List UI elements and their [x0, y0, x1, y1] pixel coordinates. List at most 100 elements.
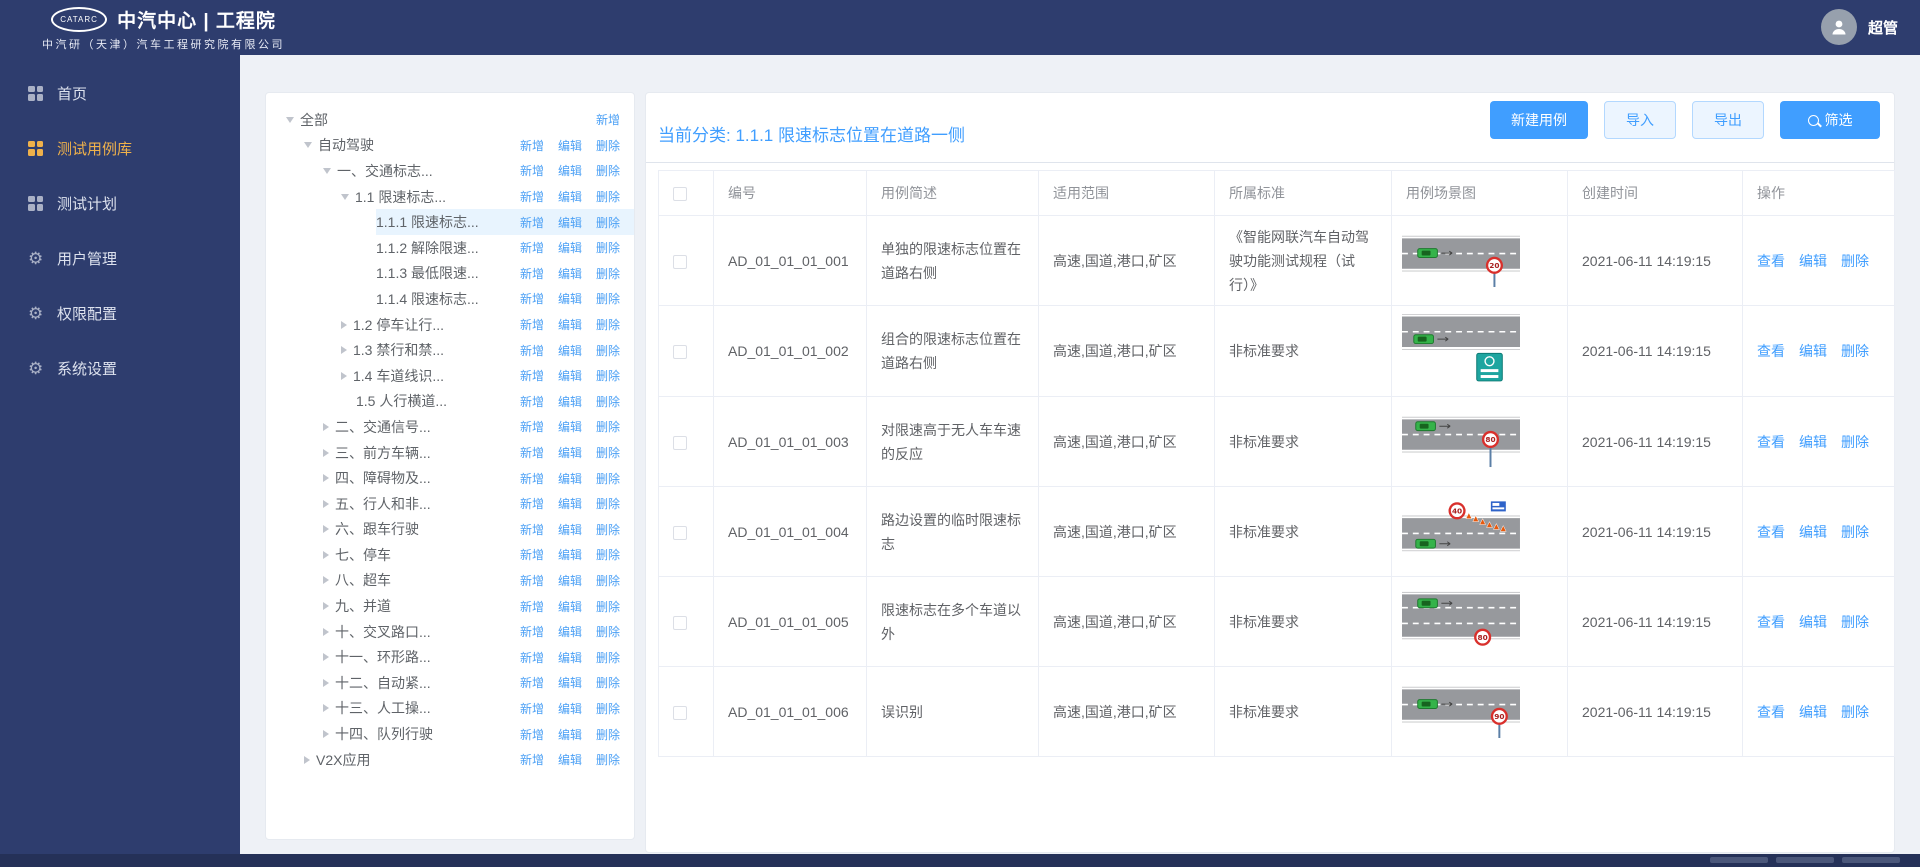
tree-expand-icon[interactable] — [323, 448, 329, 457]
tree-action-add[interactable]: 新增 — [520, 470, 544, 487]
tree-action-delete[interactable]: 删除 — [596, 751, 620, 768]
tree-action-delete[interactable]: 删除 — [596, 214, 620, 231]
tree-action-edit[interactable]: 编辑 — [558, 137, 582, 154]
tree-node-label[interactable]: 全部 — [300, 110, 328, 130]
tree-expand-icon[interactable] — [323, 730, 329, 739]
tree-node-23[interactable]: 十三、人工操... 新增 编辑 删除 — [266, 696, 634, 722]
sidebar-item-2[interactable]: 测试计划 — [0, 183, 240, 223]
tree-action-edit[interactable]: 编辑 — [558, 495, 582, 512]
sidebar-item-1[interactable]: 测试用例库 — [0, 128, 240, 168]
tree-node-19[interactable]: 九、并道 新增 编辑 删除 — [266, 593, 634, 619]
row-action-view[interactable]: 查看 — [1757, 614, 1785, 630]
tree-action-edit[interactable]: 编辑 — [558, 674, 582, 691]
tree-expand-icon[interactable] — [323, 525, 329, 534]
tree-node-9[interactable]: 1.3 禁行和禁... 新增 编辑 删除 — [266, 337, 634, 363]
tree-action-add[interactable]: 新增 — [520, 162, 544, 179]
row-action-edit[interactable]: 编辑 — [1799, 253, 1827, 269]
tree-node-17[interactable]: 七、停车 新增 编辑 删除 — [266, 542, 634, 568]
tree-expand-icon[interactable] — [323, 550, 329, 559]
tree-node-0[interactable]: 全部 新增 — [266, 107, 634, 133]
tree-action-delete[interactable]: 删除 — [596, 290, 620, 307]
tree-action-add[interactable]: 新增 — [520, 623, 544, 640]
select-all-checkbox[interactable] — [673, 187, 687, 202]
tree-action-edit[interactable]: 编辑 — [558, 393, 582, 410]
tree-action-edit[interactable]: 编辑 — [558, 470, 582, 487]
tree-node-8[interactable]: 1.2 停车让行... 新增 编辑 删除 — [266, 312, 634, 338]
tree-expand-icon[interactable] — [323, 653, 329, 662]
row-action-view[interactable]: 查看 — [1757, 343, 1785, 359]
tree-action-add[interactable]: 新增 — [520, 649, 544, 666]
tree-node-label[interactable]: 自动驾驶 — [318, 135, 374, 155]
tree-node-label[interactable]: 五、行人和非... — [335, 494, 431, 514]
tree-action-edit[interactable]: 编辑 — [558, 751, 582, 768]
tree-collapse-icon[interactable] — [323, 167, 331, 174]
tree-node-label[interactable]: 九、并道 — [335, 596, 391, 616]
tree-node-label[interactable]: 十三、人工操... — [335, 698, 431, 718]
tree-action-delete[interactable]: 删除 — [596, 239, 620, 256]
tree-node-label[interactable]: 十四、队列行驶 — [335, 724, 433, 744]
tree-expand-icon[interactable] — [323, 602, 329, 611]
tree-action-add[interactable]: 新增 — [520, 393, 544, 410]
tree-collapse-icon[interactable] — [341, 193, 349, 200]
tree-action-edit[interactable]: 编辑 — [558, 546, 582, 563]
tree-action-add[interactable]: 新增 — [520, 546, 544, 563]
tree-node-label[interactable]: 十二、自动紧... — [335, 673, 431, 693]
tree-action-delete[interactable]: 删除 — [596, 137, 620, 154]
tree-expand-icon[interactable] — [323, 704, 329, 713]
row-checkbox[interactable] — [673, 525, 687, 540]
tree-action-delete[interactable]: 删除 — [596, 495, 620, 512]
tree-node-13[interactable]: 三、前方车辆... 新增 编辑 删除 — [266, 440, 634, 466]
tree-expand-icon[interactable] — [341, 346, 347, 355]
row-action-view[interactable]: 查看 — [1757, 704, 1785, 720]
row-checkbox[interactable] — [673, 615, 687, 630]
tree-action-delete[interactable]: 删除 — [596, 572, 620, 589]
tree-node-label[interactable]: 六、跟车行驶 — [335, 519, 419, 539]
row-action-delete[interactable]: 删除 — [1841, 343, 1869, 359]
tree-node-label[interactable]: 1.1.4 限速标志... — [376, 289, 479, 309]
row-action-edit[interactable]: 编辑 — [1799, 704, 1827, 720]
tree-node-label[interactable]: 1.2 停车让行... — [353, 315, 444, 335]
row-action-edit[interactable]: 编辑 — [1799, 434, 1827, 450]
tree-action-delete[interactable]: 删除 — [596, 342, 620, 359]
row-action-delete[interactable]: 删除 — [1841, 253, 1869, 269]
tree-action-edit[interactable]: 编辑 — [558, 700, 582, 717]
scene-thumbnail[interactable]: 80 — [1402, 591, 1520, 652]
tree-action-edit[interactable]: 编辑 — [558, 649, 582, 666]
tree-action-edit[interactable]: 编辑 — [558, 265, 582, 282]
tree-action-delete[interactable]: 删除 — [596, 521, 620, 538]
tree-expand-icon[interactable] — [341, 320, 347, 329]
tree-action-edit[interactable]: 编辑 — [558, 598, 582, 615]
tree-node-label[interactable]: 七、停车 — [335, 545, 391, 565]
tree-action-edit[interactable]: 编辑 — [558, 623, 582, 640]
tree-action-delete[interactable]: 删除 — [596, 393, 620, 410]
tree-action-edit[interactable]: 编辑 — [558, 162, 582, 179]
tree-action-edit[interactable]: 编辑 — [558, 572, 582, 589]
username-label[interactable]: 超管 — [1868, 17, 1898, 38]
tree-action-add[interactable]: 新增 — [520, 521, 544, 538]
row-action-delete[interactable]: 删除 — [1841, 704, 1869, 720]
tree-node-label[interactable]: 1.3 禁行和禁... — [353, 340, 444, 360]
tree-node-14[interactable]: 四、障碍物及... 新增 编辑 删除 — [266, 465, 634, 491]
tree-action-add[interactable]: 新增 — [520, 188, 544, 205]
tree-action-add[interactable]: 新增 — [520, 572, 544, 589]
tree-action-delete[interactable]: 删除 — [596, 188, 620, 205]
tree-action-add[interactable]: 新增 — [596, 111, 620, 128]
row-action-view[interactable]: 查看 — [1757, 253, 1785, 269]
tree-action-delete[interactable]: 删除 — [596, 444, 620, 461]
export-button[interactable]: 导出 — [1692, 101, 1764, 139]
tree-node-label[interactable]: 1.1.3 最低限速... — [376, 263, 479, 283]
row-action-delete[interactable]: 删除 — [1841, 524, 1869, 540]
tree-action-add[interactable]: 新增 — [520, 367, 544, 384]
tree-action-edit[interactable]: 编辑 — [558, 214, 582, 231]
import-button[interactable]: 导入 — [1604, 101, 1676, 139]
tree-node-label[interactable]: 十一、环形路... — [335, 647, 431, 667]
filter-button[interactable]: 筛选 — [1780, 101, 1880, 139]
new-case-button[interactable]: 新建用例 — [1490, 101, 1588, 139]
tree-node-21[interactable]: 十一、环形路... 新增 编辑 删除 — [266, 644, 634, 670]
tree-node-label[interactable]: 1.4 车道线识... — [353, 366, 444, 386]
tree-node-16[interactable]: 六、跟车行驶 新增 编辑 删除 — [266, 517, 634, 543]
tree-action-add[interactable]: 新增 — [520, 598, 544, 615]
tree-action-delete[interactable]: 删除 — [596, 316, 620, 333]
tree-action-add[interactable]: 新增 — [520, 418, 544, 435]
row-action-view[interactable]: 查看 — [1757, 524, 1785, 540]
